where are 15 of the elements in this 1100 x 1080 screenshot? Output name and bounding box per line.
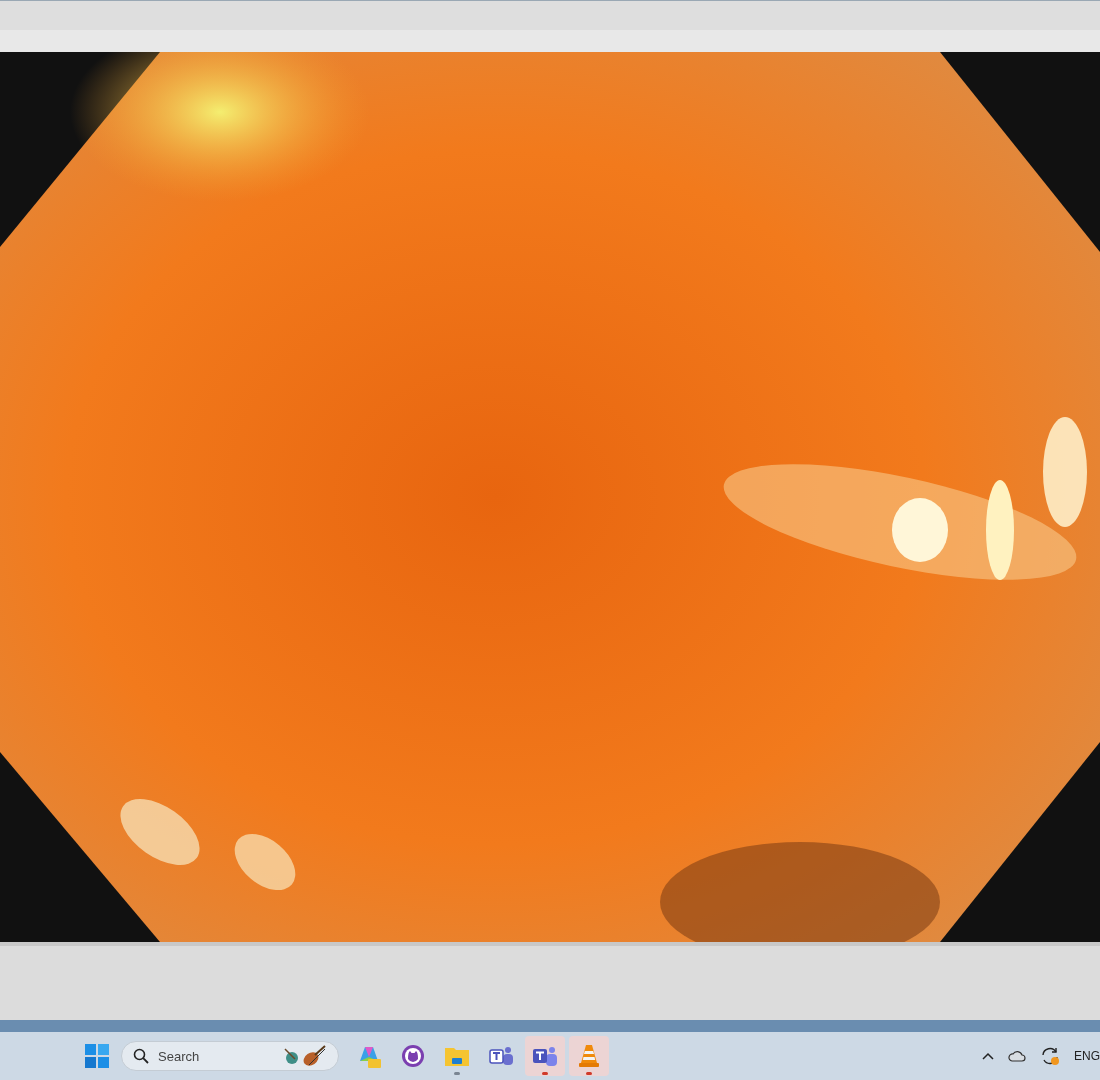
start-button[interactable] [82,1041,112,1071]
people-app-icon [532,1044,558,1068]
sync-icon[interactable] [1040,1046,1060,1066]
people-app-icon [488,1044,514,1068]
chevron-up-icon[interactable] [982,1052,994,1060]
search-icon [133,1048,149,1064]
taskbar-app-button[interactable] [525,1036,565,1076]
cat-logo-icon [401,1044,425,1068]
traffic-cone-icon [578,1043,600,1069]
windows-logo-icon [85,1044,109,1068]
language-indicator[interactable]: ENG [1074,1047,1100,1065]
taskbar-app-button[interactable] [569,1036,609,1076]
search-field[interactable]: Search [121,1041,339,1071]
cloud-icon[interactable] [1008,1050,1026,1062]
violin-icon [283,1045,327,1067]
